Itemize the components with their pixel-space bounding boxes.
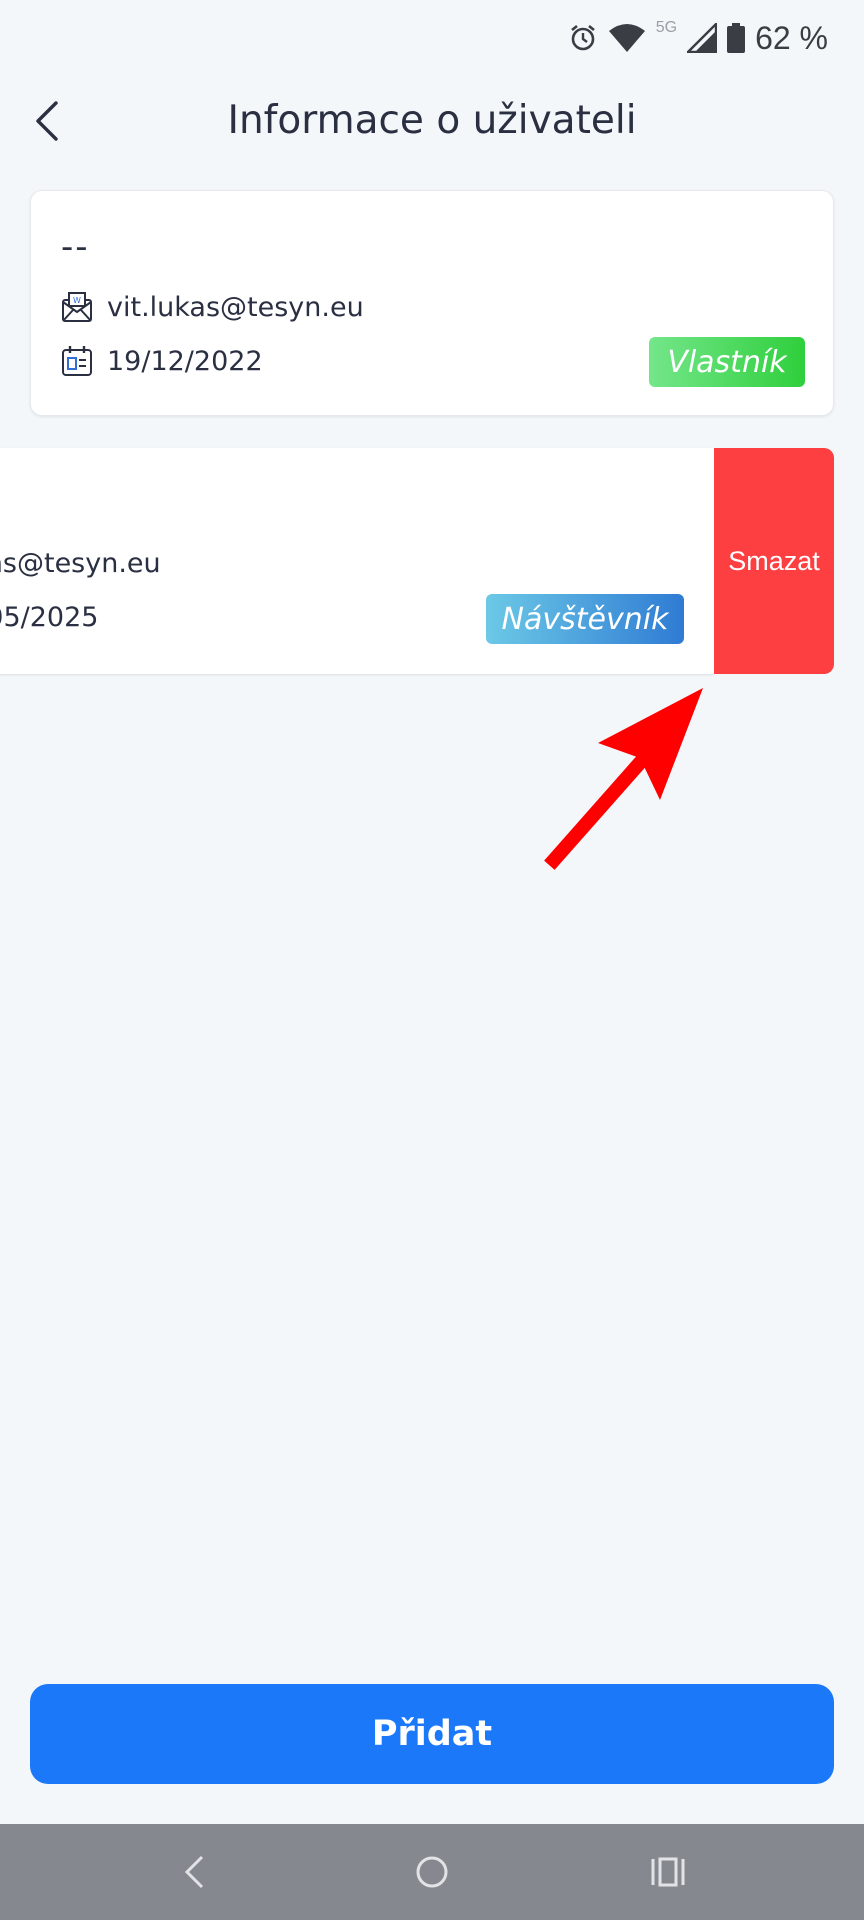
- app-header: Informace o uživateli: [0, 76, 864, 168]
- calendar-icon: [62, 346, 92, 376]
- nav-back-icon: [184, 1855, 204, 1889]
- nav-recents-icon: [651, 1857, 685, 1887]
- delete-button[interactable]: Smazat: [714, 448, 834, 674]
- wifi-icon: [608, 24, 645, 52]
- date-row: 2/05/2025: [0, 602, 98, 633]
- user-card-swiped[interactable]: ems@tesyn.eu 2/05/2025 Návštěvník: [0, 448, 714, 674]
- nav-home-button[interactable]: [408, 1848, 456, 1896]
- user-date: 19/12/2022: [107, 345, 263, 377]
- add-user-button[interactable]: Přidat: [30, 1684, 834, 1784]
- status-bar: 5G 62 %: [0, 0, 864, 76]
- envelope-icon: W: [62, 292, 92, 322]
- status-icons: 5G 62 %: [568, 18, 828, 58]
- system-navigation-bar: [0, 1824, 864, 1920]
- user-name: --: [61, 227, 90, 267]
- nav-home-icon: [416, 1856, 448, 1888]
- nav-recents-button[interactable]: [644, 1848, 692, 1896]
- user-email: vit.lukas@tesyn.eu: [107, 291, 364, 323]
- nav-back-button[interactable]: [170, 1848, 218, 1896]
- role-badge-visitor: Návštěvník: [486, 594, 684, 644]
- page-title: Informace o uživateli: [227, 98, 637, 143]
- email-row: ems@tesyn.eu: [0, 548, 161, 579]
- date-row: 19/12/2022: [61, 345, 263, 377]
- svg-text:W: W: [73, 296, 81, 305]
- network-type-label: 5G: [655, 19, 678, 36]
- battery-icon: [727, 23, 746, 53]
- email-row: W vit.lukas@tesyn.eu: [61, 291, 364, 323]
- user-date: 2/05/2025: [0, 602, 99, 633]
- battery-percent: 62 %: [755, 19, 828, 56]
- alarm-icon: [570, 24, 595, 51]
- user-card[interactable]: -- W vit.lukas@tesyn.eu 19/12/2022 Vlast…: [30, 190, 834, 416]
- signal-icon: [687, 23, 718, 53]
- user-email: ems@tesyn.eu: [0, 548, 161, 579]
- annotation-arrow-icon: [544, 688, 703, 870]
- role-badge-owner: Vlastník: [649, 337, 805, 387]
